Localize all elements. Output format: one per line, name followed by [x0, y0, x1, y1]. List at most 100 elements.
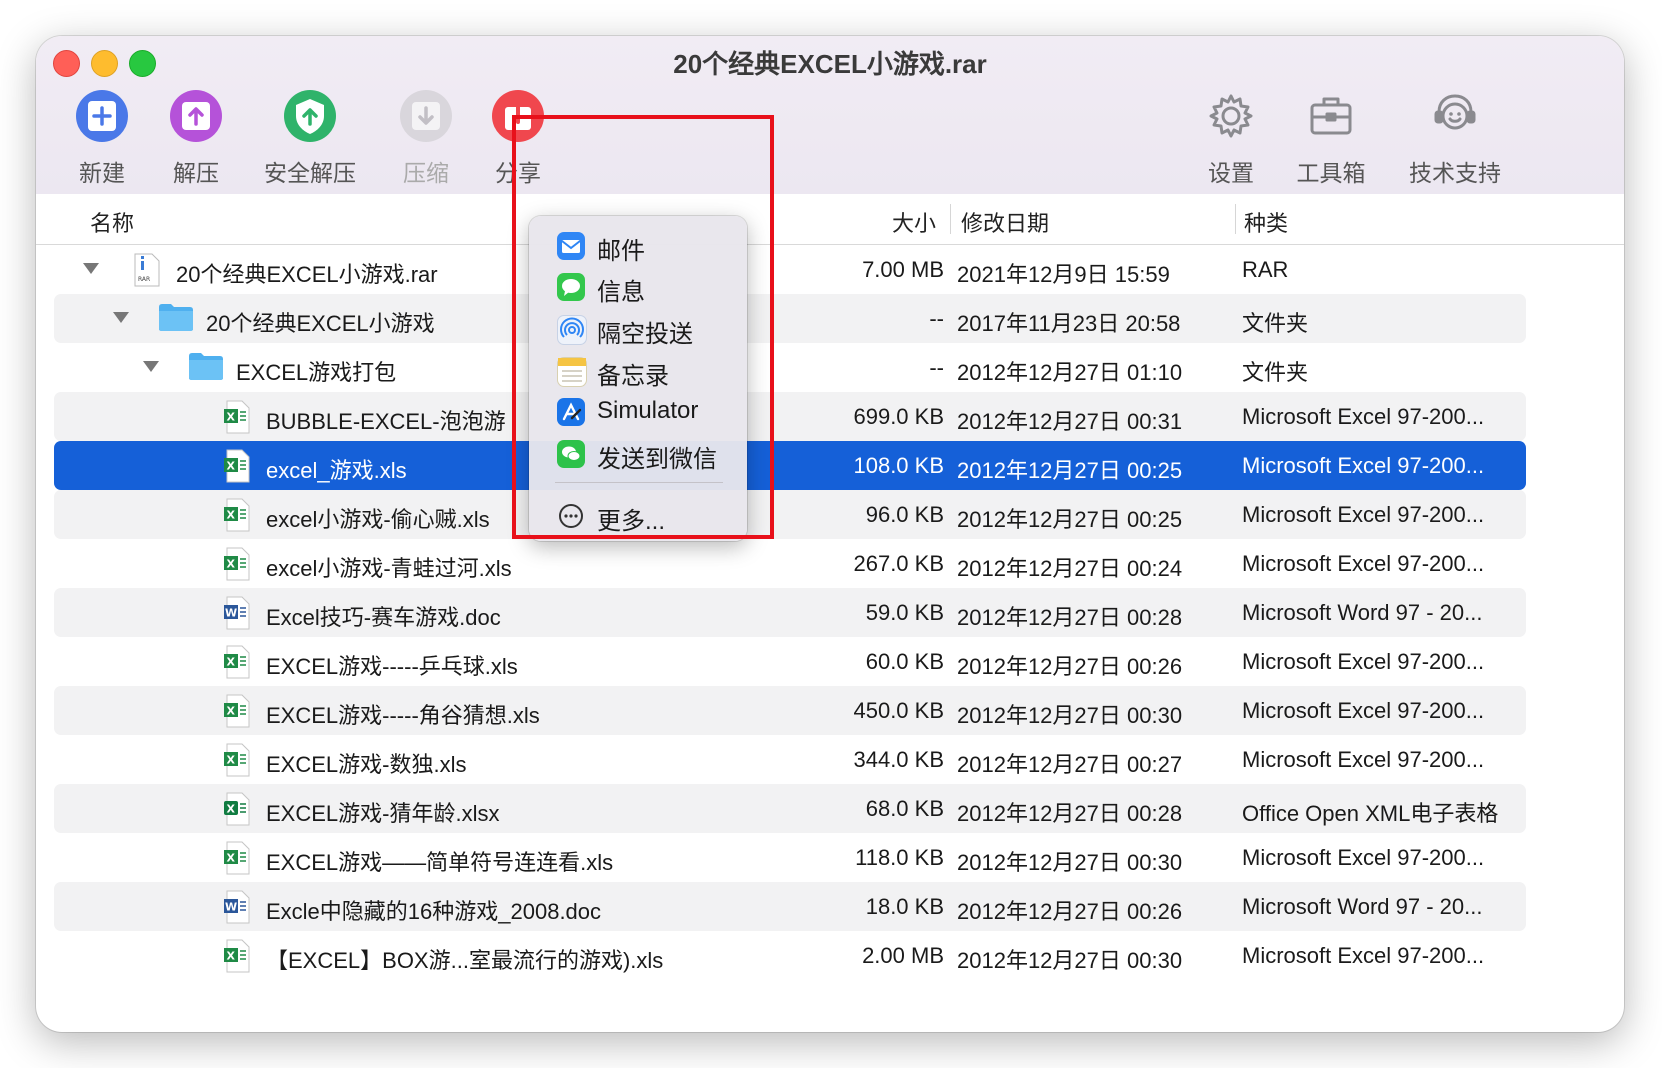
file-kind: Microsoft Excel 97-200... — [1242, 453, 1485, 478]
file-row[interactable]: X EXCEL游戏-数独.xls 344.0 KB 2012年12月27日 00:27… — [54, 735, 1526, 784]
settings-label: 设置 — [1208, 160, 1254, 186]
svg-text:W: W — [225, 607, 237, 620]
excel-file-icon: X — [222, 547, 252, 587]
disclosure-triangle-icon[interactable] — [113, 312, 129, 323]
file-row[interactable]: W Excle中隐藏的16种游戏_2008.doc 18.0 KB 2012年12月2… — [54, 882, 1526, 931]
file-kind: Microsoft Excel 97-200... — [1242, 698, 1485, 723]
file-name: EXCEL游戏打包 — [236, 360, 397, 385]
column-size[interactable]: 大小 — [892, 206, 936, 238]
file-row[interactable]: Xexcel小游戏-青蛙过河.xls 267.0 KB 2012年12月27日 00… — [54, 539, 1526, 588]
file-name: EXCEL游戏-猜年龄.xlsx — [266, 801, 500, 826]
app-window: 20个经典EXCEL小游戏.rar 新建 解压 安全解压 压缩 分享 设置 工具… — [36, 36, 1624, 1032]
word-file-icon: W — [222, 890, 252, 930]
column-header: 名称 大小 修改日期 种类 — [36, 194, 1624, 245]
file-modified-date: 2017年11月23日 20:58 — [957, 311, 1181, 336]
file-name: 【EXCEL】BOX游...室最流行的游戏).xls — [266, 948, 664, 973]
disclosure-triangle-icon[interactable] — [83, 263, 99, 274]
file-name: Excel技巧-赛车游戏.doc — [266, 605, 501, 630]
file-kind: 文件夹 — [1242, 360, 1309, 385]
gear-icon — [1203, 88, 1259, 144]
file-row[interactable]: Xexcel小游戏-偷心贼.xls 96.0 KB 2012年12月27日 00:2… — [54, 490, 1526, 539]
svg-text:X: X — [227, 411, 236, 424]
file-size: -- — [929, 306, 944, 331]
file-size: 7.00 MB — [862, 257, 944, 282]
support-button[interactable]: 技术支持 — [1400, 88, 1510, 188]
disclosure-triangle-icon[interactable] — [143, 361, 159, 372]
support-label: 技术支持 — [1409, 160, 1501, 186]
svg-text:W: W — [225, 901, 237, 914]
svg-text:X: X — [227, 460, 236, 473]
file-modified-date: 2012年12月27日 00:26 — [957, 899, 1183, 924]
file-size: 18.0 KB — [865, 894, 944, 919]
rar-file-icon: RAR — [132, 253, 162, 293]
file-name: Excle中隐藏的16种游戏_2008.doc — [266, 899, 602, 924]
excel-file-icon: X — [222, 792, 252, 832]
excel-file-icon: X — [222, 449, 252, 489]
file-row[interactable]: X EXCEL游戏-----角谷猜想.xls 450.0 KB 2012年12月27日… — [54, 686, 1526, 735]
column-divider[interactable] — [1235, 204, 1236, 234]
shield-icon — [282, 88, 338, 144]
svg-text:X: X — [227, 705, 236, 718]
compress-icon — [398, 88, 454, 144]
file-row[interactable]: RAR 20个经典EXCEL小游戏.rar 7.00 MB 2021年12月9日 15… — [54, 245, 1526, 294]
svg-text:X: X — [227, 950, 236, 963]
column-name[interactable]: 名称 — [90, 206, 134, 238]
file-kind: Microsoft Excel 97-200... — [1242, 551, 1485, 576]
headset-icon — [1427, 88, 1483, 144]
svg-text:X: X — [227, 558, 236, 571]
column-kind[interactable]: 种类 — [1244, 206, 1288, 238]
extract-label: 解压 — [173, 160, 219, 186]
svg-text:RAR: RAR — [138, 276, 150, 283]
file-name: 20个经典EXCEL小游戏 — [206, 311, 435, 336]
window-title: 20个经典EXCEL小游戏.rar — [673, 49, 987, 79]
file-row[interactable]: X EXCEL游戏-----乒乓球.xls 60.0 KB 2012年12月27日 0… — [54, 637, 1526, 686]
svg-text:X: X — [227, 754, 236, 767]
file-kind: Microsoft Word 97 - 20... — [1242, 600, 1483, 625]
file-size: 96.0 KB — [865, 502, 944, 527]
file-row[interactable]: Xexcel_游戏.xls 108.0 KB 2012年12月27日 00:25 Mi… — [54, 441, 1526, 490]
column-modified[interactable]: 修改日期 — [961, 206, 1049, 238]
file-row[interactable]: X 【EXCEL】BOX游...室最流行的游戏).xls 2.00 MB 2012年1… — [54, 931, 1526, 980]
toolbox-button[interactable]: 工具箱 — [1276, 88, 1386, 188]
svg-text:X: X — [227, 656, 236, 669]
file-size: 118.0 KB — [855, 845, 944, 870]
file-size: 2.00 MB — [862, 943, 944, 968]
folder-row[interactable]: 20个经典EXCEL小游戏 -- 2017年11月23日 20:58 文件夹 — [54, 294, 1526, 343]
file-size: 68.0 KB — [865, 796, 944, 821]
file-kind: Microsoft Excel 97-200... — [1242, 943, 1485, 968]
file-kind: Microsoft Excel 97-200... — [1242, 502, 1485, 527]
file-size: 344.0 KB — [853, 747, 944, 772]
file-size: -- — [929, 355, 944, 380]
folder-icon — [158, 302, 194, 338]
file-size: 699.0 KB — [853, 404, 944, 429]
file-kind: Microsoft Excel 97-200... — [1242, 747, 1485, 772]
excel-file-icon: X — [222, 645, 252, 685]
file-kind: 文件夹 — [1242, 311, 1309, 336]
safe-extract-button[interactable]: 安全解压 — [255, 88, 365, 188]
column-divider[interactable] — [950, 204, 951, 234]
toolbar: 20个经典EXCEL小游戏.rar 新建 解压 安全解压 压缩 分享 设置 工具… — [36, 36, 1624, 195]
file-kind: Microsoft Excel 97-200... — [1242, 404, 1485, 429]
file-size: 267.0 KB — [853, 551, 944, 576]
excel-file-icon: X — [222, 498, 252, 538]
folder-row[interactable]: EXCEL游戏打包 -- 2012年12月27日 01:10 文件夹 — [54, 343, 1526, 392]
file-kind: Microsoft Word 97 - 20... — [1242, 894, 1483, 919]
file-modified-date: 2012年12月27日 00:30 — [957, 850, 1183, 875]
file-name: excel小游戏-青蛙过河.xls — [266, 556, 512, 581]
safe-extract-label: 安全解压 — [264, 160, 356, 186]
file-modified-date: 2012年12月27日 00:26 — [957, 654, 1183, 679]
file-row[interactable]: W Excel技巧-赛车游戏.doc 59.0 KB 2012年12月27日 00:2… — [54, 588, 1526, 637]
svg-text:X: X — [227, 509, 236, 522]
file-row[interactable]: X BUBBLE-EXCEL-泡泡游 699.0 KB 2012年12月27日 00:… — [54, 392, 1526, 441]
file-modified-date: 2012年12月27日 00:27 — [957, 752, 1183, 777]
file-name: 20个经典EXCEL小游戏.rar — [176, 262, 438, 287]
extract-button[interactable]: 解压 — [141, 88, 251, 188]
file-name: EXCEL游戏-数独.xls — [266, 752, 467, 777]
file-row[interactable]: X EXCEL游戏-猜年龄.xlsx 68.0 KB 2012年12月27日 00:2… — [54, 784, 1526, 833]
file-name: excel小游戏-偷心贼.xls — [266, 507, 490, 532]
file-size: 59.0 KB — [865, 600, 944, 625]
settings-button[interactable]: 设置 — [1176, 88, 1286, 188]
highlight-box — [512, 115, 774, 539]
excel-file-icon: X — [222, 743, 252, 783]
file-row[interactable]: X EXCEL游戏——简单符号连连看.xls 118.0 KB 2012年12月27日… — [54, 833, 1526, 882]
